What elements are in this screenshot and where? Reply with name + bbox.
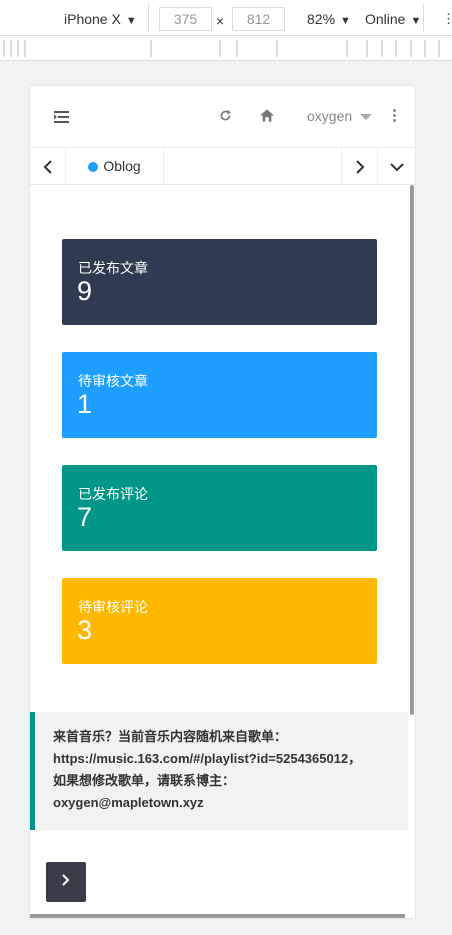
card-title: 已发布文章 xyxy=(78,260,148,276)
card-title: 待审核文章 xyxy=(78,373,148,389)
times-sign: × xyxy=(216,13,225,29)
vertical-scrollbar[interactable] xyxy=(408,185,415,895)
scrollbar-thumb[interactable] xyxy=(410,185,414,715)
home-icon[interactable] xyxy=(260,109,274,122)
device-name: iPhone X xyxy=(64,11,121,27)
chevron-down-icon: ▼ xyxy=(340,15,351,27)
media-query-ruler xyxy=(0,36,452,61)
more-icon[interactable]: ⋮ xyxy=(442,11,452,27)
music-notice: 来首音乐？当前音乐内容随机来自歌单： https://music.163.com… xyxy=(30,712,408,830)
refresh-icon[interactable] xyxy=(219,109,232,122)
chevron-down-icon xyxy=(389,163,404,172)
divider xyxy=(148,4,149,32)
device-select[interactable]: iPhone X ▼ xyxy=(64,11,137,27)
card-title: 待审核评论 xyxy=(78,599,148,615)
card-value: 1 xyxy=(77,389,93,419)
more-vertical-icon[interactable]: ⋮ xyxy=(387,106,402,124)
menu-toggle-icon[interactable] xyxy=(54,111,69,123)
card-value: 3 xyxy=(77,615,93,645)
notice-line: 如果想修改歌单，请联系博主： xyxy=(53,773,236,788)
tab-bar: Oblog xyxy=(30,148,415,185)
width-input[interactable]: 375 xyxy=(159,7,212,31)
tab-oblog[interactable]: Oblog xyxy=(66,148,164,185)
zoom-select[interactable]: 82% ▼ xyxy=(307,11,351,27)
horizontal-scrollbar[interactable] xyxy=(30,914,405,918)
device-viewport: oxygen ⋮ Oblog 已发布文章 9 待审核文章 1 已发布评论 7 待… xyxy=(30,86,415,918)
devtools-toolbar: iPhone X ▼ 375 × 812 82% ▼ Online ▼ ⋮ xyxy=(0,0,452,36)
notice-playlist-link[interactable]: https://music.163.com/#/playlist?id=5254… xyxy=(53,748,392,770)
notice-line: 来首音乐？当前音乐内容随机来自歌单： xyxy=(53,729,288,744)
zoom-value: 82% xyxy=(307,11,336,27)
card-pending-comments[interactable]: 待审核评论 3 xyxy=(62,578,377,664)
network-value: Online xyxy=(365,11,406,27)
card-value: 9 xyxy=(77,276,93,306)
active-dot-icon xyxy=(88,162,99,173)
app-header: oxygen ⋮ xyxy=(30,86,415,148)
chevron-down-icon: ▼ xyxy=(125,15,137,27)
card-published-comments[interactable]: 已发布评论 7 xyxy=(62,465,377,551)
tab-label: Oblog xyxy=(103,158,141,174)
height-input[interactable]: 812 xyxy=(232,7,285,31)
card-value: 7 xyxy=(77,502,93,532)
tab-dropdown-button[interactable] xyxy=(378,148,415,185)
music-player-toggle-button[interactable] xyxy=(46,862,86,902)
chevron-right-icon xyxy=(355,160,364,174)
card-pending-posts[interactable]: 待审核文章 1 xyxy=(62,352,377,438)
username: oxygen xyxy=(307,108,353,124)
card-title: 已发布评论 xyxy=(78,486,148,502)
caret-down-icon xyxy=(360,114,373,121)
network-select[interactable]: Online ▼ xyxy=(365,11,421,27)
chevron-right-icon xyxy=(62,874,70,886)
user-menu[interactable]: oxygen xyxy=(307,108,373,124)
card-published-posts[interactable]: 已发布文章 9 xyxy=(62,239,377,325)
chevron-left-icon xyxy=(43,160,52,174)
divider xyxy=(423,4,424,32)
chevron-down-icon: ▼ xyxy=(410,15,422,27)
notice-email[interactable]: oxygen@mapletown.xyz xyxy=(53,792,392,814)
tab-next-button[interactable] xyxy=(341,148,378,185)
tab-prev-button[interactable] xyxy=(30,148,66,185)
